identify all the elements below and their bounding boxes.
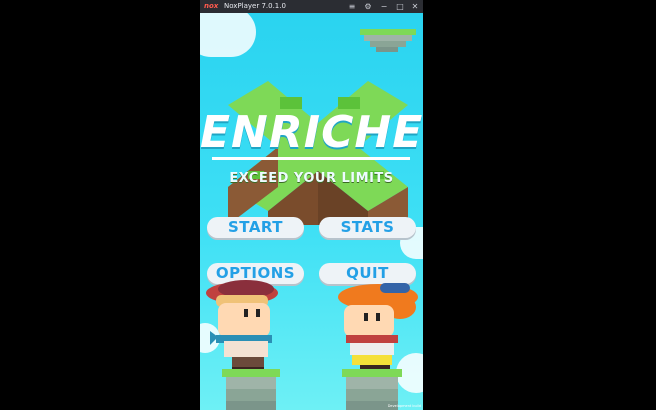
window-title: NoxPlayer 7.0.1.0 [224, 2, 286, 10]
menu-icon[interactable]: ≡ [346, 0, 358, 13]
floating-island [360, 29, 416, 52]
game-tagline: EXCEED YOUR LIMITS [229, 171, 394, 186]
maximize-icon[interactable]: □ [394, 0, 406, 13]
quit-button[interactable]: QUIT [319, 263, 416, 284]
window-title-bar: nox NoxPlayer 7.0.1.0 ≡ ⚙ − □ ✕ [200, 0, 423, 13]
game-title: ENRICHE [200, 107, 423, 158]
game-screen: ENRICHE EXCEED YOUR LIMITS START STATS O… [200, 13, 423, 410]
app-logo: nox [204, 2, 219, 10]
title-underline [212, 157, 410, 160]
cloud [200, 13, 256, 57]
build-credit: Development build [387, 404, 421, 408]
minimize-icon[interactable]: − [378, 0, 390, 13]
start-button[interactable]: START [207, 217, 304, 238]
settings-icon[interactable]: ⚙ [362, 0, 374, 13]
stats-button[interactable]: STATS [319, 217, 416, 238]
left-character [206, 280, 280, 410]
close-icon[interactable]: ✕ [409, 0, 421, 13]
right-character [338, 283, 418, 410]
